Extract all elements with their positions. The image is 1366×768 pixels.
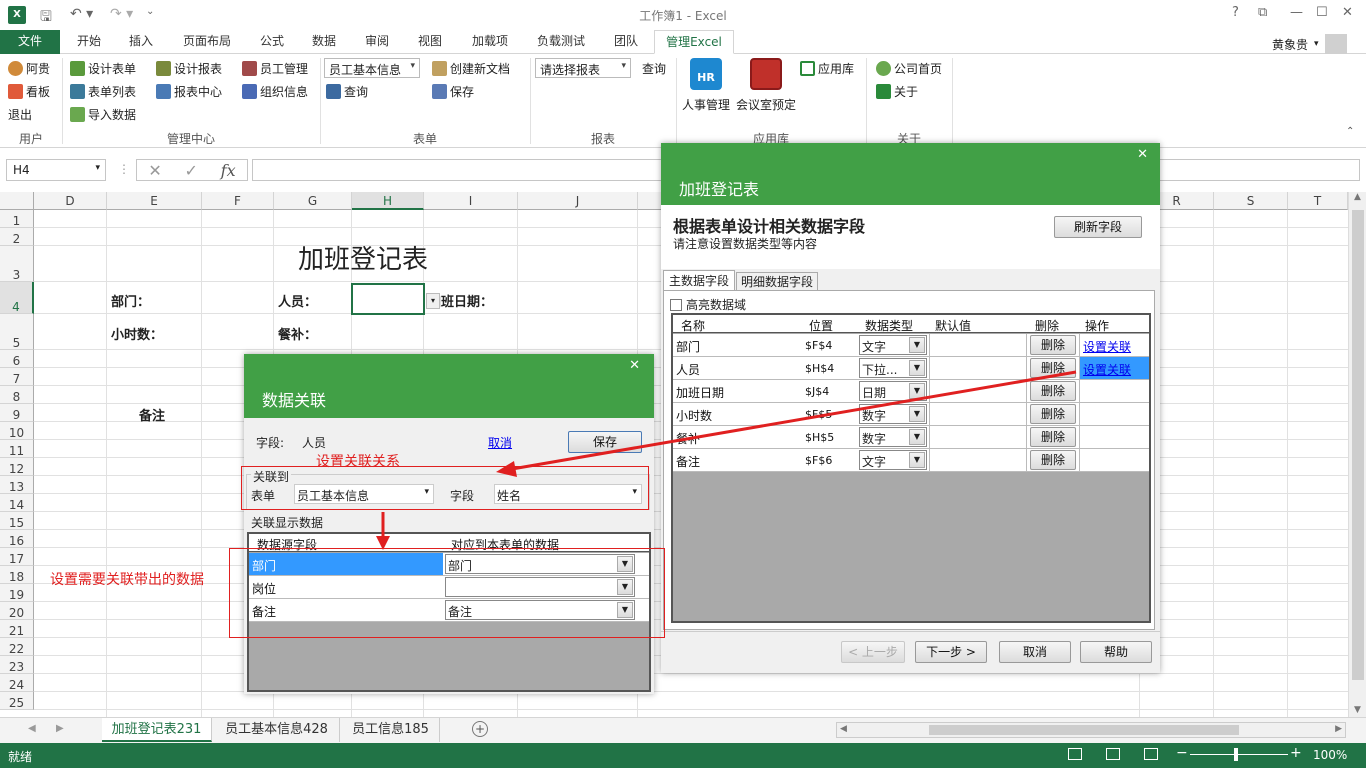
arrowhead-link <box>496 461 517 477</box>
zoom-slider[interactable] <box>1190 754 1288 755</box>
horizontal-scrollbar[interactable]: ◀ ▶ <box>836 722 1346 738</box>
page-break-icon[interactable] <box>1144 748 1158 760</box>
zoom-slider-thumb[interactable] <box>1234 748 1238 761</box>
scroll-left-icon[interactable]: ◀ <box>840 724 847 734</box>
add-sheet-icon[interactable]: + <box>472 721 488 737</box>
page-layout-icon[interactable] <box>1106 748 1120 760</box>
sheet-tab-employee-info[interactable]: 员工信息185 <box>342 718 440 742</box>
normal-view-icon[interactable] <box>1068 748 1082 760</box>
sheet-tab-bar: ◀ ▶ 加班登记表231 员工基本信息428 员工信息185 + ◀ ▶ <box>0 717 1366 743</box>
next-sheet-icon[interactable]: ▶ <box>56 723 64 734</box>
arrow-line-link <box>511 370 1077 471</box>
status-bar: 就绪 − + 100% <box>0 743 1366 768</box>
scroll-thumb[interactable] <box>929 725 1239 735</box>
annotation-arrows <box>376 370 1077 550</box>
zoom-level[interactable]: 100% <box>1313 748 1347 762</box>
arrowhead-display <box>376 536 390 550</box>
zoom-in-icon[interactable]: + <box>1290 745 1302 761</box>
sheet-tab-employee-basic[interactable]: 员工基本信息428 <box>214 718 340 742</box>
prev-sheet-icon[interactable]: ◀ <box>28 723 36 734</box>
sheet-tab-overtime[interactable]: 加班登记表231 <box>102 718 212 742</box>
ready-status: 就绪 <box>8 750 33 764</box>
zoom-out-icon[interactable]: − <box>1176 745 1188 761</box>
scroll-right-icon[interactable]: ▶ <box>1335 724 1342 734</box>
